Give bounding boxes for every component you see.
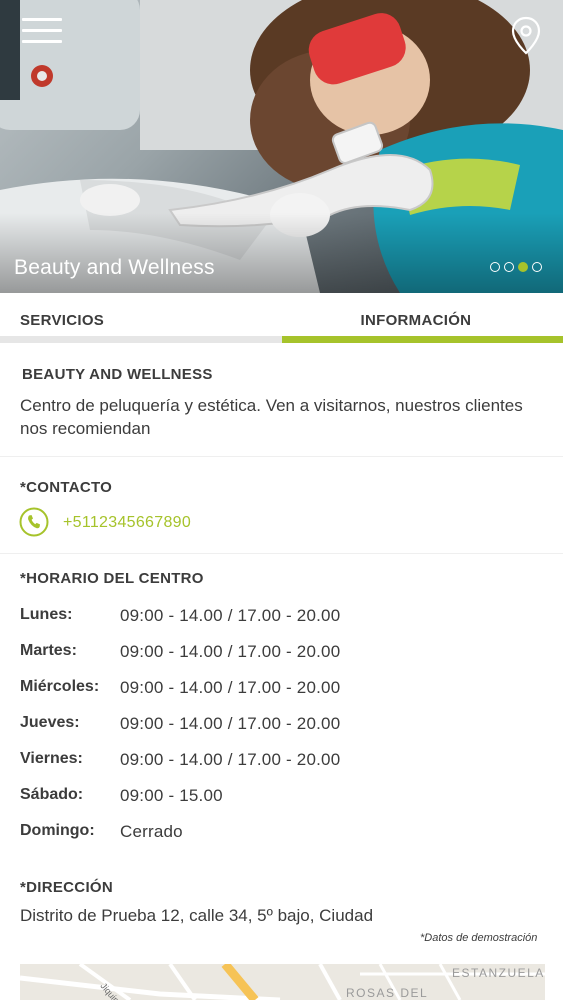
hero-title: Beauty and Wellness <box>14 256 215 279</box>
location-map[interactable]: ESTANZUELA ROSAS DEL Jiquimbo <box>20 964 545 1000</box>
schedule-day: Miércoles: <box>20 678 100 695</box>
tab-servicios[interactable]: SERVICIOS <box>0 293 282 345</box>
schedule-heading: *HORARIO DEL CENTRO <box>20 570 204 587</box>
schedule-hours: 09:00 - 14.00 / 17.00 - 20.00 <box>120 678 341 697</box>
map-label: ESTANZUELA <box>452 966 545 980</box>
schedule-hours: 09:00 - 15.00 <box>120 786 223 805</box>
address-text: Distrito de Prueba 12, calle 34, 5º bajo… <box>20 906 374 925</box>
schedule-hours: 09:00 - 14.00 / 17.00 - 20.00 <box>120 750 341 769</box>
address-heading: *DIRECCIÓN <box>20 879 114 896</box>
schedule-day: Sábado: <box>20 786 84 803</box>
tab-servicios-indicator <box>0 336 282 343</box>
phone-icon[interactable] <box>19 507 49 537</box>
schedule-hours: 09:00 - 14.00 / 17.00 - 20.00 <box>120 606 341 625</box>
hero-banner[interactable]: Beauty and Wellness <box>0 0 563 293</box>
map-pin-icon[interactable] <box>510 16 542 56</box>
schedule-hours: 09:00 - 14.00 / 17.00 - 20.00 <box>120 714 341 733</box>
tab-servicios-label: SERVICIOS <box>20 312 105 329</box>
carousel-dot-active[interactable] <box>518 262 528 272</box>
schedule-day: Martes: <box>20 642 77 659</box>
tab-informacion[interactable]: INFORMACIÓN <box>281 293 563 345</box>
business-description: Centro de peluquería y estética. Ven a v… <box>20 396 523 438</box>
hero-shade <box>0 213 563 293</box>
map-graphic: ESTANZUELA ROSAS DEL Jiquimbo <box>20 964 545 1000</box>
schedule-hours: Cerrado <box>120 822 183 841</box>
schedule-day: Viernes: <box>20 750 83 767</box>
business-name-heading: BEAUTY AND WELLNESS <box>22 366 213 383</box>
schedule-day: Domingo: <box>20 822 95 839</box>
map-label: ROSAS DEL <box>346 986 428 1000</box>
carousel-dot[interactable] <box>504 262 514 272</box>
tab-informacion-label: INFORMACIÓN <box>360 312 472 329</box>
schedule-day: Lunes: <box>20 606 73 623</box>
demo-data-note: *Datos de demostración <box>420 932 538 944</box>
divider <box>0 456 563 457</box>
carousel-dot[interactable] <box>532 262 542 272</box>
contact-heading: *CONTACTO <box>20 479 113 496</box>
tab-informacion-indicator <box>281 336 563 343</box>
tab-bar: SERVICIOS INFORMACIÓN <box>0 293 563 345</box>
phone-number-link[interactable]: +5112345667890 <box>63 514 191 532</box>
carousel-dot[interactable] <box>490 262 500 272</box>
carousel-dots[interactable] <box>490 262 542 272</box>
schedule-day: Jueves: <box>20 714 80 731</box>
divider <box>0 553 563 554</box>
hamburger-menu-icon[interactable] <box>22 18 62 48</box>
schedule-hours: 09:00 - 14.00 / 17.00 - 20.00 <box>120 642 341 661</box>
